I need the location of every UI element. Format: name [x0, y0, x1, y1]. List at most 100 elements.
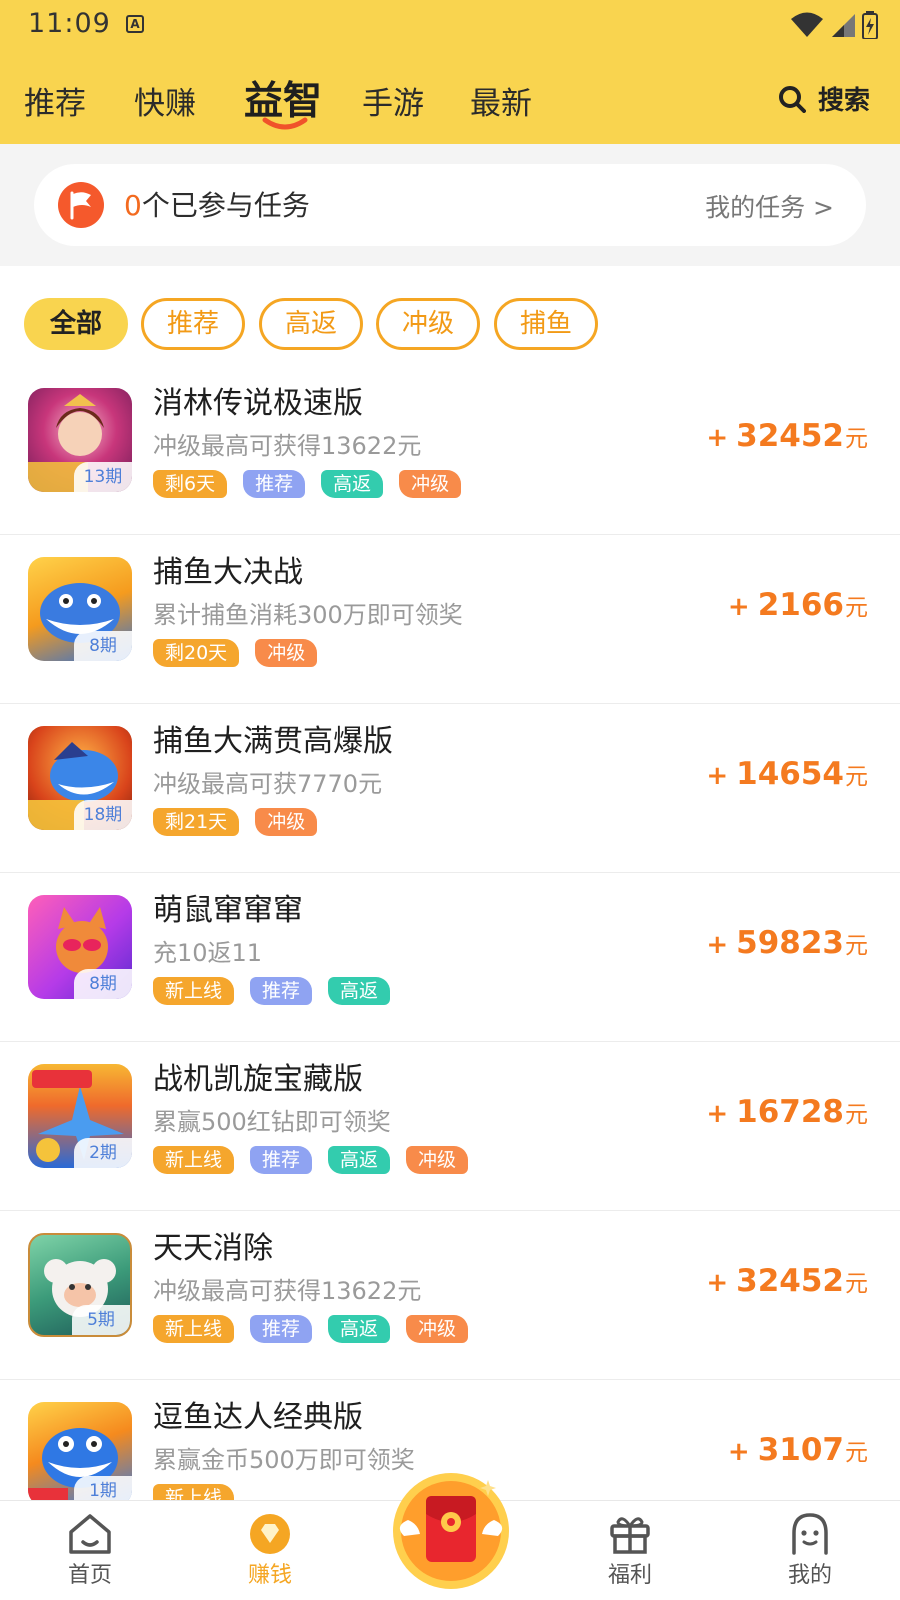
game-tags: 新上线: [153, 1484, 235, 1500]
status-icons: [790, 10, 878, 40]
tag-remaining: 剩20天: [153, 639, 240, 667]
reward-plus: +: [706, 423, 729, 453]
search-button[interactable]: 搜索: [778, 80, 870, 117]
period-badge: 18期: [74, 800, 132, 830]
game-tags: 剩20天 冲级: [153, 639, 318, 669]
header: 11:09 A 推荐 快赚 益智 手游 最新 搜索: [0, 0, 900, 144]
reward-amount: +59823 元: [706, 925, 868, 961]
task-summary-card[interactable]: 0个已参与任务 我的任务 >: [34, 164, 866, 246]
filter-recommend[interactable]: 推荐: [141, 298, 245, 350]
game-title: 逗鱼达人经典版: [153, 1400, 363, 1435]
nav-mine-label: 我的: [787, 1563, 832, 1588]
game-item[interactable]: 8期 捕鱼大决战 累计捕鱼消耗300万即可领奖 剩20天 冲级 +2166 元: [0, 535, 900, 704]
tag-level-up: 冲级: [255, 808, 318, 836]
tag-recommend: 推荐: [243, 470, 306, 498]
tag-new: 新上线: [153, 1315, 235, 1343]
reward-plus: +: [706, 1268, 729, 1298]
tag-high-return: 高返: [328, 977, 391, 1005]
flag-icon: [58, 182, 104, 228]
game-icon: 8期: [28, 557, 132, 661]
notification-icon: A: [126, 15, 144, 33]
game-description: 冲级最高可获得13622元: [153, 1277, 422, 1305]
nav-mine[interactable]: 我的: [750, 1511, 870, 1589]
status-time: 11:09: [28, 8, 111, 39]
task-label: 个已参与任务: [141, 189, 310, 222]
game-description: 累赢500红钻即可领奖: [153, 1108, 391, 1136]
game-tags: 剩21天 冲级: [153, 808, 318, 838]
game-icon: 8期: [28, 895, 132, 999]
reward-amount: +3107 元: [728, 1432, 868, 1468]
game-item[interactable]: 5期 天天消除 冲级最高可获得13622元 新上线 推荐 高返 冲级 +3245…: [0, 1211, 900, 1380]
red-envelope-icon: [393, 1473, 509, 1589]
game-title: 战机凯旋宝藏版: [153, 1062, 363, 1097]
game-item[interactable]: 2期 战机凯旋宝藏版 累赢500红钻即可领奖 新上线 推荐 高返 冲级 +167…: [0, 1042, 900, 1211]
tab-newest[interactable]: 最新: [470, 78, 532, 123]
game-description: 充10返11: [153, 939, 263, 967]
reward-value: 32452: [736, 418, 844, 454]
tab-recommend[interactable]: 推荐: [24, 78, 86, 123]
game-tags: 新上线 推荐 高返 冲级: [153, 1315, 469, 1345]
reward-value: 16728: [736, 1094, 844, 1130]
status-bar: 11:09 A: [0, 0, 900, 50]
nav-home-label: 首页: [67, 1563, 112, 1588]
task-summary-text: 0个已参与任务: [124, 184, 310, 224]
tag-level-up: 冲级: [399, 470, 462, 498]
period-badge: 1期: [74, 1476, 132, 1500]
game-list: 13期 消林传说极速版 冲级最高可获得13622元 剩6天 推荐 高返 冲级 +…: [0, 366, 900, 1500]
my-tasks-link[interactable]: 我的任务 >: [705, 188, 834, 224]
wifi-icon: [791, 12, 823, 37]
filter-all[interactable]: 全部: [24, 298, 128, 350]
reward-unit: 元: [845, 764, 868, 790]
game-item[interactable]: 8期 萌鼠窜窜窜 充10返11 新上线 推荐 高返 +59823 元: [0, 873, 900, 1042]
filter-fishing[interactable]: 捕鱼: [494, 298, 598, 350]
nav-home[interactable]: 首页: [30, 1511, 150, 1589]
signal-icon: [832, 14, 855, 37]
reward-unit: 元: [845, 595, 868, 621]
tab-quick-earn[interactable]: 快赚: [134, 78, 196, 123]
game-tags: 新上线 推荐 高返: [153, 977, 391, 1007]
reward-value: 2166: [757, 587, 844, 623]
game-icon: 2期: [28, 1064, 132, 1168]
game-title: 萌鼠窜窜窜: [153, 893, 303, 928]
reward-amount: +2166 元: [728, 587, 868, 623]
reward-value: 3107: [757, 1432, 844, 1468]
search-icon: [778, 85, 806, 113]
reward-amount: +16728 元: [706, 1094, 868, 1130]
nav-earn[interactable]: 赚钱: [210, 1511, 330, 1589]
tag-high-return: 高返: [328, 1146, 391, 1174]
tab-mobile-games[interactable]: 手游: [362, 78, 424, 123]
nav-welfare[interactable]: 福利: [570, 1511, 690, 1589]
game-tags: 新上线 推荐 高返 冲级: [153, 1146, 469, 1176]
game-description: 冲级最高可获7770元: [153, 770, 383, 798]
battery-icon: [862, 11, 878, 39]
reward-amount: +14654 元: [706, 756, 868, 792]
game-item[interactable]: 13期 消林传说极速版 冲级最高可获得13622元 剩6天 推荐 高返 冲级 +…: [0, 366, 900, 535]
game-item[interactable]: 18期 捕鱼大满贯高爆版 冲级最高可获7770元 剩21天 冲级 +14654 元: [0, 704, 900, 873]
active-tab-indicator: [262, 117, 308, 130]
tag-remaining: 剩21天: [153, 808, 240, 836]
task-count: 0: [124, 189, 142, 222]
period-badge: 8期: [74, 631, 132, 661]
game-description: 冲级最高可获得13622元: [153, 432, 422, 460]
tag-new: 新上线: [153, 977, 235, 1005]
earn-icon: [210, 1511, 330, 1557]
reward-value: 32452: [736, 1263, 844, 1299]
reward-unit: 元: [845, 1102, 868, 1128]
red-envelope-button[interactable]: [390, 1470, 512, 1592]
game-icon: 1期: [28, 1402, 132, 1500]
nav-earn-label: 赚钱: [247, 1563, 292, 1588]
game-title: 捕鱼大满贯高爆版: [153, 724, 393, 759]
task-summary-area: 0个已参与任务 我的任务 >: [0, 144, 900, 266]
reward-value: 59823: [736, 925, 844, 961]
period-badge: 2期: [74, 1138, 132, 1168]
reward-amount: +32452 元: [706, 1263, 868, 1299]
tag-new: 新上线: [153, 1484, 235, 1500]
gift-icon: [570, 1511, 690, 1557]
home-icon: [30, 1511, 150, 1557]
filter-level-up[interactable]: 冲级: [376, 298, 480, 350]
tag-new: 新上线: [153, 1146, 235, 1174]
search-label: 搜索: [817, 86, 870, 116]
reward-plus: +: [706, 930, 729, 960]
filter-high-return[interactable]: 高返: [259, 298, 363, 350]
period-badge: 8期: [74, 969, 132, 999]
